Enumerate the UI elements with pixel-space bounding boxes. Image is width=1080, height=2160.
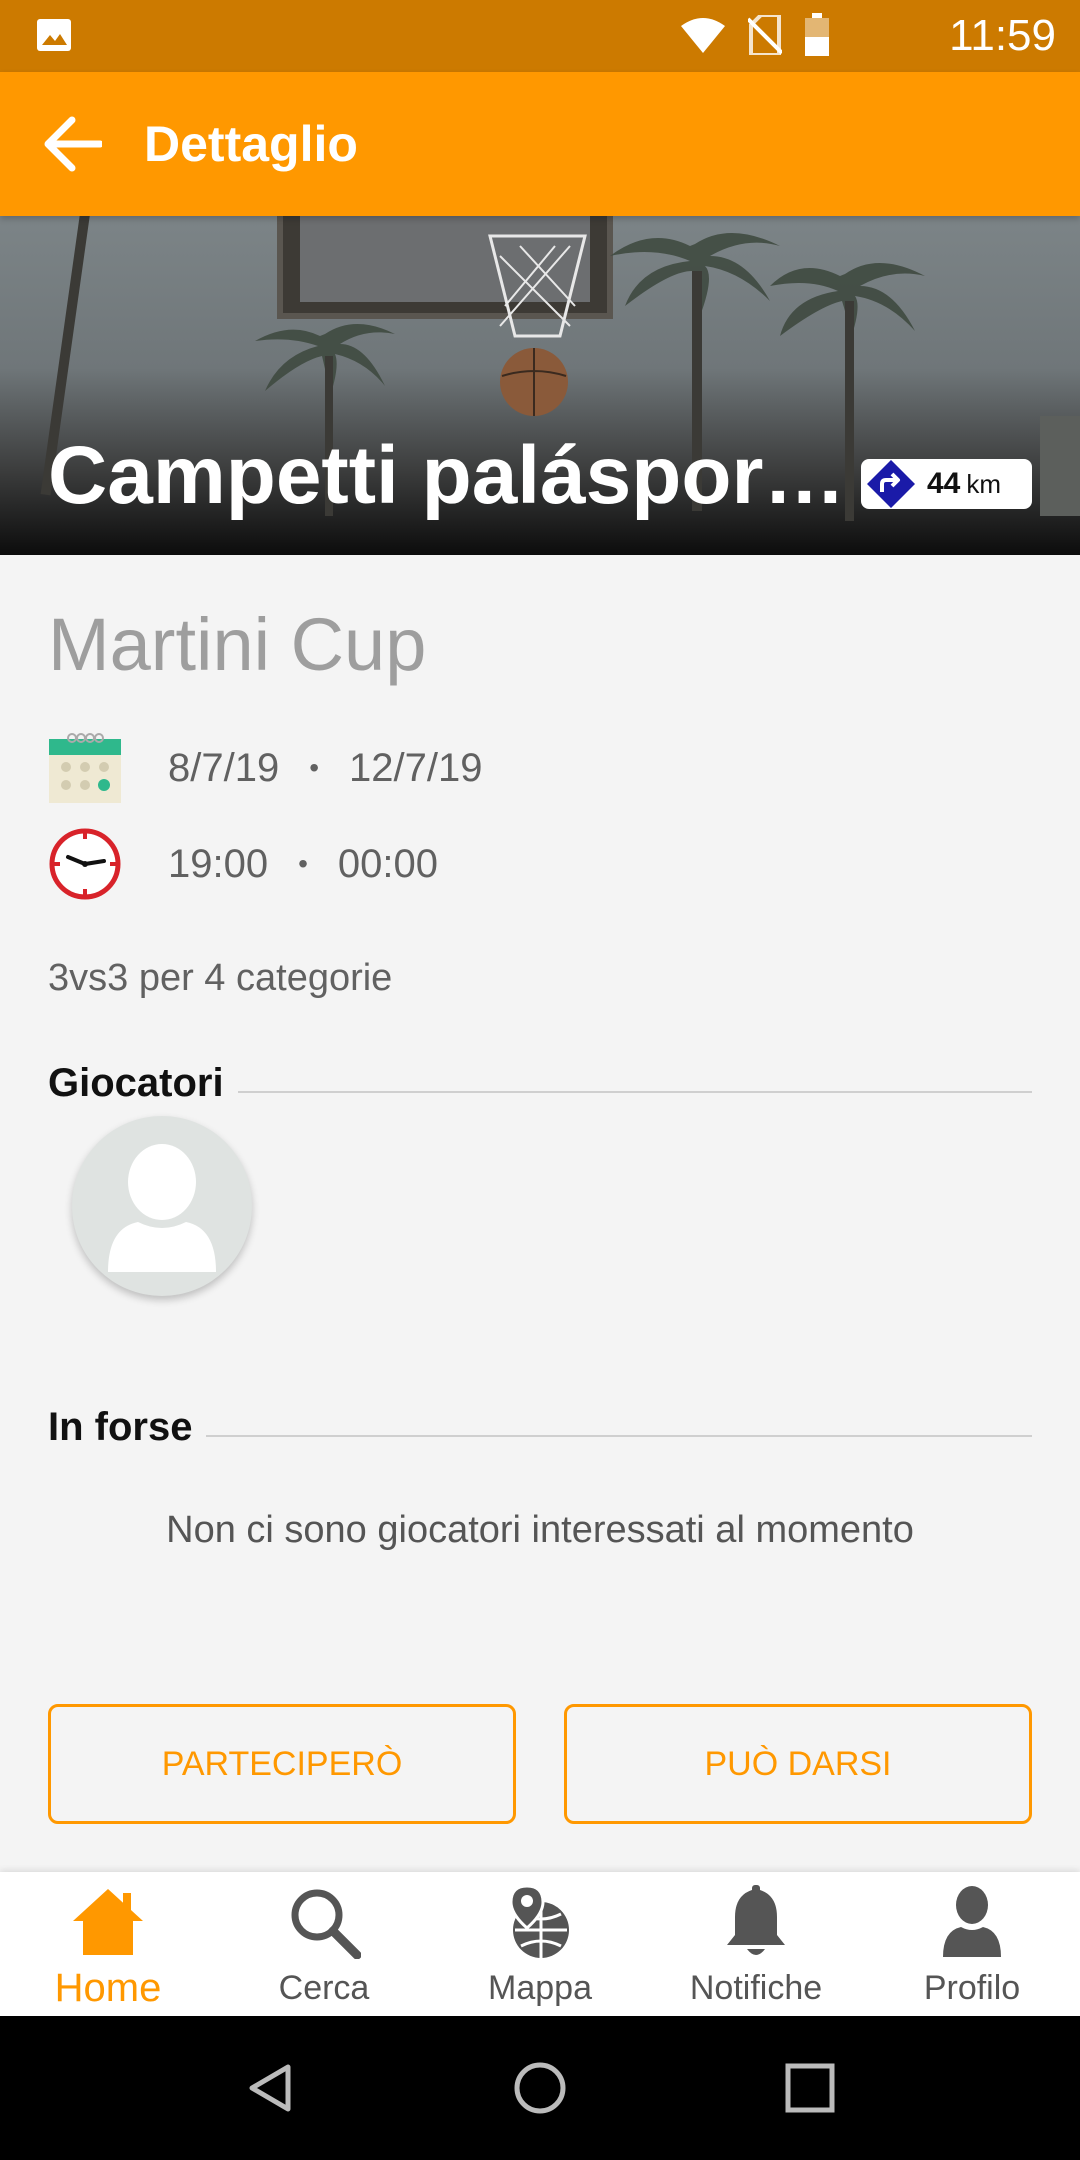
square-recents-icon: [785, 2063, 835, 2113]
players-section-label: Giocatori: [48, 1061, 224, 1105]
map-pin-globe-icon: [509, 1884, 569, 1958]
place-name: Campetti paláspor…: [48, 430, 846, 521]
hero-image: Campetti paláspor… 44 km: [0, 216, 1080, 555]
nav-map-label: Mappa: [488, 1969, 592, 2007]
calendar-icon: [49, 733, 121, 803]
home-icon: [73, 1889, 143, 1955]
triangle-back-icon: [249, 2064, 291, 2112]
maybe-section-header: In forse: [48, 1402, 1032, 1452]
divider: [237, 1091, 1032, 1093]
back-button[interactable]: [40, 112, 104, 176]
circle-home-icon: [514, 2062, 566, 2114]
distance-unit: km: [966, 468, 1002, 499]
separator-dot: •: [309, 752, 320, 783]
nav-home-label: Home: [54, 1966, 162, 2010]
battery-icon: [805, 13, 829, 56]
wifi-icon: [681, 18, 725, 53]
player-avatar[interactable]: [72, 1116, 252, 1296]
nav-profile-label: Profilo: [923, 1969, 1021, 2007]
nav-search[interactable]: Cerca: [216, 1872, 432, 2016]
status-bar: 11:59: [0, 0, 1080, 72]
maybe-button[interactable]: PUÒ DARSI: [564, 1704, 1032, 1824]
system-icons: [680, 12, 830, 58]
empty-state-message: Non ci sono giocatori interessati al mom…: [166, 1509, 914, 1551]
separator-dot: •: [298, 848, 308, 879]
divider: [206, 1435, 1032, 1437]
time-end: 00:00: [337, 841, 439, 886]
date-end: 12/7/19: [349, 745, 483, 790]
nav-notifications[interactable]: Notifiche: [648, 1872, 864, 2016]
no-sim-icon: [748, 15, 782, 55]
nav-notifications-label: Notifiche: [689, 1969, 823, 2007]
date-row: 8/7/19 • 12/7/19: [48, 730, 483, 806]
system-back-button[interactable]: [238, 2056, 302, 2120]
players-section-header: Giocatori: [48, 1058, 1032, 1108]
nav-search-label: Cerca: [278, 1969, 370, 2007]
person-icon: [943, 1886, 1001, 1957]
person-placeholder-icon: [108, 1144, 216, 1272]
system-home-button[interactable]: [508, 2056, 572, 2120]
time-row: 19:00 • 00:00: [48, 826, 438, 902]
app-bar: Dettaglio: [0, 72, 1080, 216]
nav-map[interactable]: Mappa: [432, 1872, 648, 2016]
nav-home[interactable]: Home: [0, 1872, 216, 2016]
event-title: Martini Cup: [48, 603, 427, 686]
time-start: 19:00: [168, 841, 269, 886]
date-start: 8/7/19: [168, 745, 280, 790]
distance-badge[interactable]: 44 km: [861, 459, 1032, 509]
maybe-section-label: In forse: [48, 1405, 193, 1449]
page-title: Dettaglio: [144, 116, 358, 172]
system-navigation-bar: [0, 2016, 1080, 2160]
search-icon: [291, 1889, 361, 1959]
clock-icon: [49, 828, 121, 900]
directions-icon: [867, 460, 915, 508]
event-description: 3vs3 per 4 categorie: [48, 957, 393, 999]
image-notification-icon: [37, 19, 71, 51]
bell-icon: [727, 1885, 785, 1955]
bottom-navigation: Home Cerca Mappa Notifiche Profilo: [0, 1872, 1080, 2016]
arrow-back-icon: [44, 116, 102, 172]
join-button[interactable]: PARTECIPERÒ: [48, 1704, 516, 1824]
status-time: 11:59: [949, 11, 1056, 60]
nav-profile[interactable]: Profilo: [864, 1872, 1080, 2016]
system-recents-button[interactable]: [778, 2056, 842, 2120]
distance-value: 44: [927, 467, 961, 500]
